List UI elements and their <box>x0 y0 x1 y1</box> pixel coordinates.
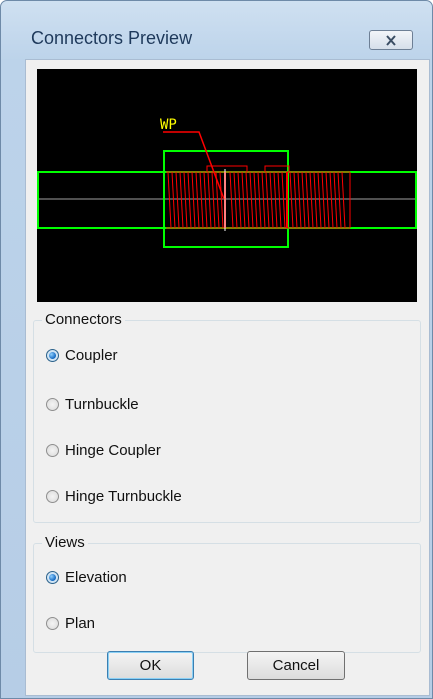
thread-hatching <box>166 165 351 229</box>
ok-button[interactable]: OK <box>107 651 194 680</box>
radio-indicator[interactable] <box>46 490 59 503</box>
bar-outline <box>37 171 417 229</box>
radio-turnbuckle-label: Turnbuckle <box>65 396 139 413</box>
radio-indicator[interactable] <box>46 617 59 630</box>
dialog-title: Connectors Preview <box>31 28 193 48</box>
radio-hinge-coupler[interactable]: Hinge Coupler <box>46 442 161 459</box>
connector-preview-canvas: WP <box>37 69 417 302</box>
views-groupbox: Views Elevation Plan <box>33 534 421 653</box>
cancel-button[interactable]: Cancel <box>247 651 345 680</box>
views-group-label: Views <box>42 534 88 551</box>
radio-plan[interactable]: Plan <box>46 615 95 632</box>
radio-elevation[interactable]: Elevation <box>46 569 127 586</box>
dialog-client-area: WP Connectors Coupler Turnbuckle Hinge C… <box>25 59 430 696</box>
radio-turnbuckle[interactable]: Turnbuckle <box>46 396 139 413</box>
preview-drawing: WP <box>37 117 417 248</box>
close-icon <box>386 34 396 46</box>
radio-indicator-checked[interactable] <box>46 349 59 362</box>
radio-coupler-label: Coupler <box>65 347 118 364</box>
radio-indicator[interactable] <box>46 398 59 411</box>
radio-hinge-turnbuckle-label: Hinge Turnbuckle <box>65 488 182 505</box>
connectors-group-label: Connectors <box>42 311 125 328</box>
wp-label: WP <box>160 117 177 133</box>
radio-hinge-turnbuckle[interactable]: Hinge Turnbuckle <box>46 488 182 505</box>
radio-elevation-label: Elevation <box>65 569 127 586</box>
connectors-groupbox: Connectors Coupler Turnbuckle Hinge Coup… <box>33 311 421 523</box>
radio-indicator[interactable] <box>46 444 59 457</box>
radio-coupler[interactable]: Coupler <box>46 347 118 364</box>
radio-hinge-coupler-label: Hinge Coupler <box>65 442 161 459</box>
radio-indicator-checked[interactable] <box>46 571 59 584</box>
radio-plan-label: Plan <box>65 615 96 632</box>
close-button[interactable] <box>369 30 413 50</box>
connectors-preview-dialog: Connectors Preview WP Connectors Coupler… <box>0 0 433 699</box>
